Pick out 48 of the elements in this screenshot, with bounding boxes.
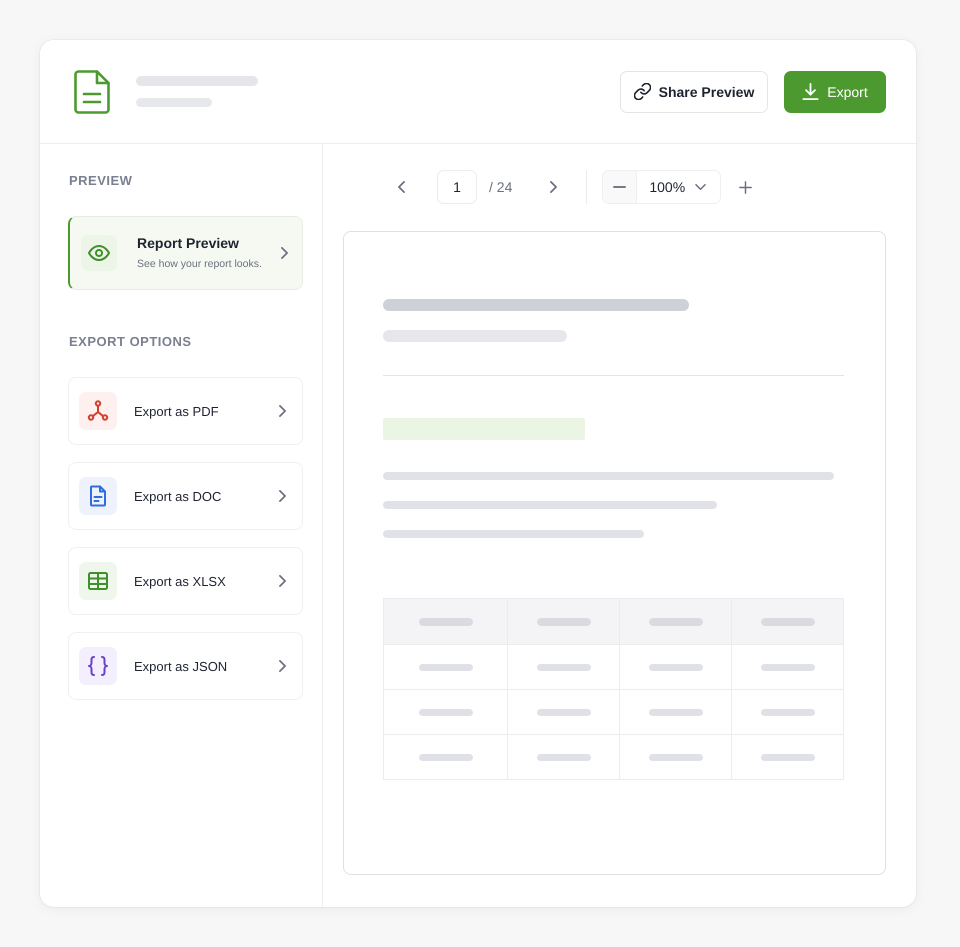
cell-placeholder-bar (760, 618, 814, 626)
minus-icon (613, 186, 626, 188)
preview-option[interactable]: Report Preview See how your report looks. (68, 216, 303, 290)
export-option[interactable]: Export as XLSX (68, 547, 303, 615)
file-icon (74, 70, 110, 114)
chevron-right-icon (279, 575, 286, 587)
cell-placeholder-bar (760, 754, 814, 760)
eye-icon (81, 235, 117, 271)
page-number-field[interactable]: 1 (437, 170, 477, 204)
chevron-down-icon (695, 184, 706, 190)
chevron-right-icon (279, 660, 286, 672)
cell-placeholder-bar (760, 664, 814, 670)
cell-placeholder-bar (536, 664, 590, 670)
export-button[interactable]: Export (784, 70, 886, 112)
page-count: / 24 (489, 179, 512, 195)
export-option[interactable]: Export as DOC (68, 462, 303, 530)
chevron-right-icon (279, 490, 286, 502)
branch-nodes-icon (79, 392, 117, 430)
curly-braces-icon (79, 647, 117, 685)
chevron-left-icon (398, 181, 404, 193)
chevron-right-icon (281, 247, 288, 259)
download-icon (802, 83, 820, 100)
cell-placeholder-bar (536, 708, 590, 716)
cell-placeholder-bar (418, 754, 472, 760)
cell-placeholder-bar (760, 708, 814, 716)
cell-placeholder-bar (418, 618, 472, 626)
cell-placeholder-bar (418, 664, 472, 670)
cell-placeholder-bar (536, 754, 590, 760)
plus-icon (738, 180, 752, 194)
cell-placeholder-bar (648, 664, 702, 670)
option-title: Report Preview (137, 235, 240, 252)
cell-placeholder-bar (648, 754, 702, 760)
cell-placeholder-bar (536, 618, 590, 626)
zoom-select[interactable]: 100% (636, 170, 722, 204)
section-heading: EXPORT OPTIONS (69, 334, 193, 350)
chevron-right-icon (279, 405, 286, 417)
document-icon (79, 477, 117, 515)
option-description: See how your report looks. (137, 258, 263, 271)
link-icon (634, 83, 651, 100)
export-option[interactable]: Export as PDF (68, 377, 303, 445)
cell-placeholder-bar (648, 618, 702, 626)
section-heading: PREVIEW (69, 173, 134, 189)
chevron-right-icon (550, 181, 557, 193)
export-option[interactable]: Export as JSON (68, 632, 303, 700)
cell-placeholder-bar (648, 708, 702, 716)
share-preview-button[interactable]: Share Preview (620, 70, 768, 112)
cell-placeholder-bar (418, 708, 472, 716)
table-grid-icon (79, 562, 117, 600)
